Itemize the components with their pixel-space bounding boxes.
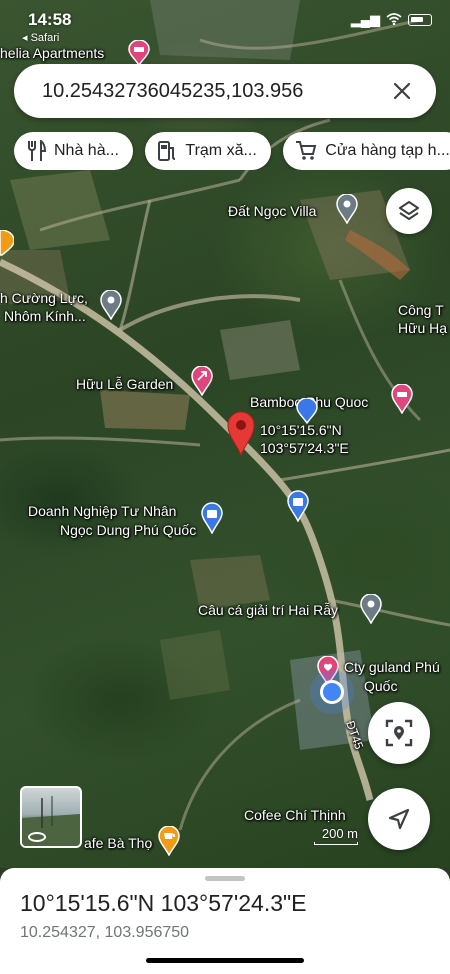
- poi-label-ophelia-apartments[interactable]: helia Apartments: [0, 44, 104, 62]
- battery-icon: [408, 14, 432, 26]
- poi-label-cuong-luc-line-2[interactable]: Nhôm Kính...: [4, 307, 86, 325]
- chip-restaurants[interactable]: Nhà hà...: [14, 132, 133, 170]
- place-title: 10°15'15.6"N 103°57'24.3"E: [20, 890, 307, 916]
- layers-icon: [399, 201, 419, 220]
- chip-grocery-stores[interactable]: Cửa hàng tạp h...: [283, 132, 450, 170]
- scale-label: 200 m: [321, 826, 358, 841]
- poi-label-cofee-chi-thinh[interactable]: Cofee Chí Thịnh: [244, 806, 346, 824]
- status-bar: 14:58 ◂ Safari ▂▄▆: [0, 0, 450, 44]
- cafe-pin-icon[interactable]: [158, 826, 180, 856]
- my-location-dot[interactable]: [320, 680, 344, 704]
- place-decimal-coordinates: 10.254327, 103.956750: [20, 924, 190, 941]
- street-view-thumbnail[interactable]: [20, 786, 82, 848]
- signal-icon: ▂▄▆: [350, 12, 380, 27]
- place-pin-icon[interactable]: [360, 594, 382, 624]
- garden-pin-icon[interactable]: [190, 366, 214, 396]
- poi-label-cuong-luc-line-1[interactable]: h Cường Lực,: [0, 289, 88, 307]
- close-icon[interactable]: [386, 75, 418, 107]
- poi-label-ngoc-dung-line-1[interactable]: Doanh Nghiệp Tư Nhân: [28, 502, 176, 520]
- gas-station-icon: [158, 141, 176, 161]
- wifi-icon: [386, 12, 402, 28]
- hotel-pin-icon[interactable]: [128, 40, 150, 66]
- poi-label-cafe-ba-tho[interactable]: afe Bà Thọ: [84, 834, 152, 852]
- dropped-pin-coord-line-2: 103°57'24.3"E: [260, 440, 349, 456]
- shopping-pin-icon[interactable]: [200, 502, 224, 534]
- poi-label-dat-ngoc-villa[interactable]: Đất Ngọc Villa: [228, 202, 316, 220]
- layers-button[interactable]: [386, 188, 432, 234]
- poi-label-guland-line-2[interactable]: Quốc: [364, 677, 397, 695]
- dropped-pin-icon[interactable]: [226, 410, 256, 456]
- search-input[interactable]: [42, 79, 386, 103]
- search-bar[interactable]: [14, 64, 436, 118]
- home-indicator[interactable]: [146, 958, 304, 963]
- place-pin-icon[interactable]: [336, 194, 358, 224]
- chip-label: Cửa hàng tạp h...: [325, 142, 450, 159]
- place-bottom-sheet[interactable]: 10°15'15.6"N 103°57'24.3"E 10.254327, 10…: [0, 868, 450, 974]
- place-pin-icon[interactable]: [100, 290, 122, 320]
- hotel-pin-icon[interactable]: [390, 384, 414, 414]
- restaurant-icon: [28, 140, 46, 161]
- street-view-scan-icon: [385, 719, 413, 747]
- poi-label-cau-ca-hai-ray[interactable]: Câu cá giải trí Hai Rẫy: [198, 601, 338, 619]
- dropped-pin-coord-line-1: 10°15'15.6"N: [260, 422, 342, 438]
- sheet-drag-handle[interactable]: [205, 876, 245, 881]
- status-time: 14:58: [28, 10, 72, 29]
- rotate-360-icon: [28, 832, 46, 842]
- shopping-pin-icon[interactable]: [286, 490, 310, 522]
- status-icons: ▂▄▆: [351, 12, 432, 28]
- navigation-arrow-icon: [388, 808, 410, 830]
- chip-label: Nhà hà...: [54, 142, 119, 159]
- shopping-cart-icon: [296, 141, 317, 160]
- cafe-pin-icon[interactable]: [0, 230, 14, 256]
- poi-label-guland-line-1[interactable]: Cty guland Phú: [344, 658, 440, 676]
- poi-label-ngoc-dung-line-2[interactable]: Ngọc Dung Phú Quốc: [60, 521, 196, 539]
- navigate-button[interactable]: [368, 788, 430, 850]
- back-to-safari-link[interactable]: ◂ Safari: [22, 31, 59, 44]
- chip-label: Trạm xă...: [185, 142, 257, 159]
- poi-label-cong-ty-line-1[interactable]: Công T: [398, 301, 444, 319]
- poi-label-huu-le-garden[interactable]: Hữu Lễ Garden: [76, 375, 173, 393]
- scale-bar: [314, 842, 358, 845]
- poi-label-cong-ty-line-2[interactable]: Hữu Hạ: [398, 319, 447, 337]
- street-view-button[interactable]: [368, 702, 430, 764]
- chip-gas-stations[interactable]: Trạm xă...: [145, 132, 271, 170]
- category-chips: Nhà hà... Trạm xă... Cửa hàng tạp h...: [14, 132, 450, 170]
